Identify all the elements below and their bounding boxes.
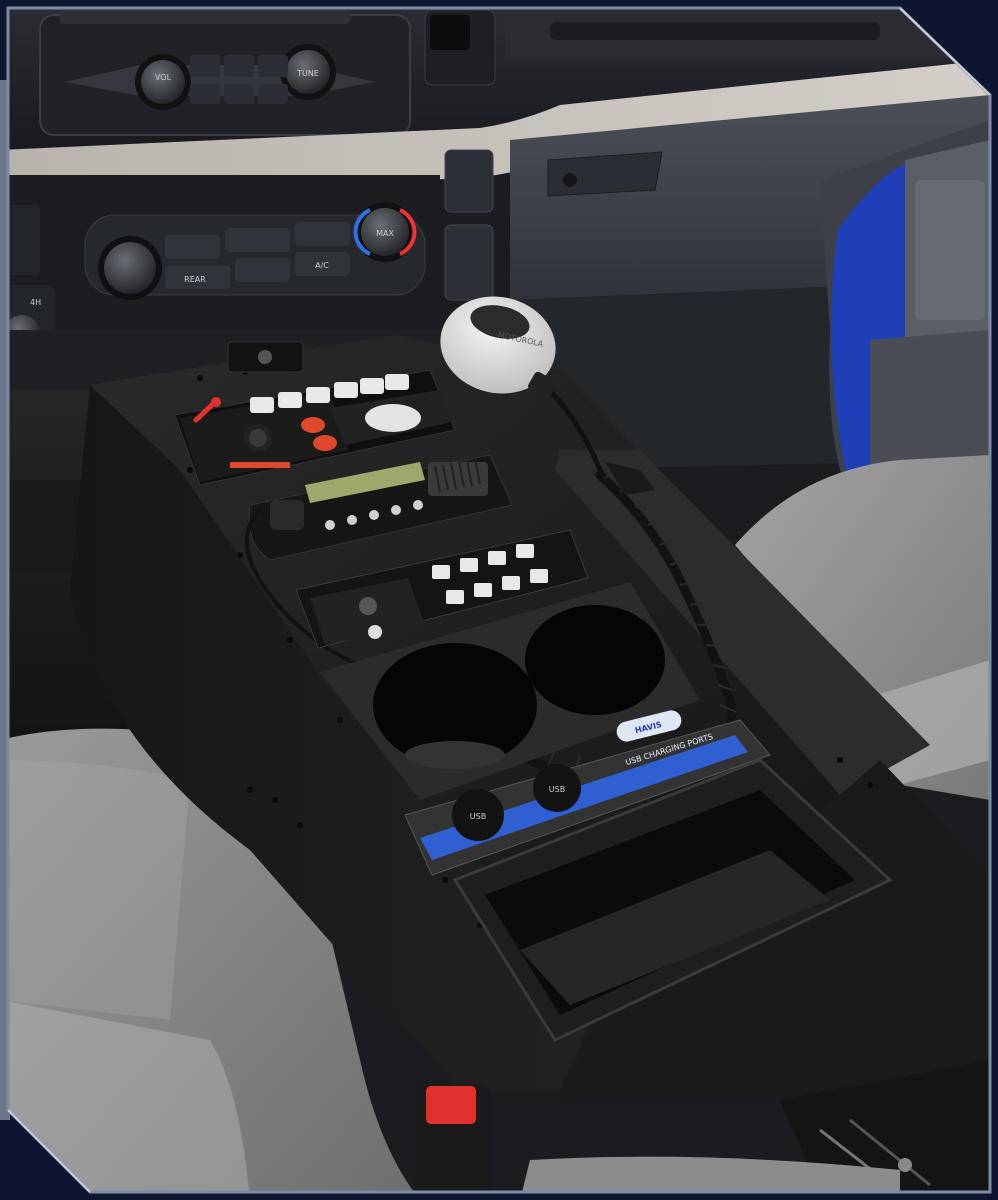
volume-knob: [141, 60, 185, 104]
red-button-1: [301, 417, 325, 433]
rear-defrost-label: REAR: [184, 275, 206, 284]
buckle-release-red: [426, 1086, 476, 1124]
photo-canvas: VOL TUNE MAX REAR A/C 4H MOTOROLA HAVIS …: [0, 0, 998, 1200]
cupholder-right: [525, 605, 665, 715]
seatbelt-buckle: [415, 1085, 490, 1192]
climate-panel: MAX REAR A/C: [8, 175, 440, 335]
red-button-2: [313, 435, 337, 451]
siren-pad: [365, 404, 421, 432]
usb-port-left-label: USB: [470, 812, 486, 821]
tune-label: TUNE: [296, 69, 319, 78]
volume-label: VOL: [155, 73, 172, 82]
ac-label: A/C: [315, 261, 329, 270]
radio-panel: VOL TUNE: [39, 10, 411, 136]
mode-knob: [249, 429, 267, 447]
usb-port-right-label: USB: [549, 785, 565, 794]
fan-knob: [104, 242, 156, 294]
police-console-photo: VOL TUNE MAX REAR A/C 4H MOTOROLA HAVIS …: [0, 0, 998, 1200]
max-label: MAX: [376, 229, 394, 238]
four-high-label: 4H: [30, 298, 41, 307]
